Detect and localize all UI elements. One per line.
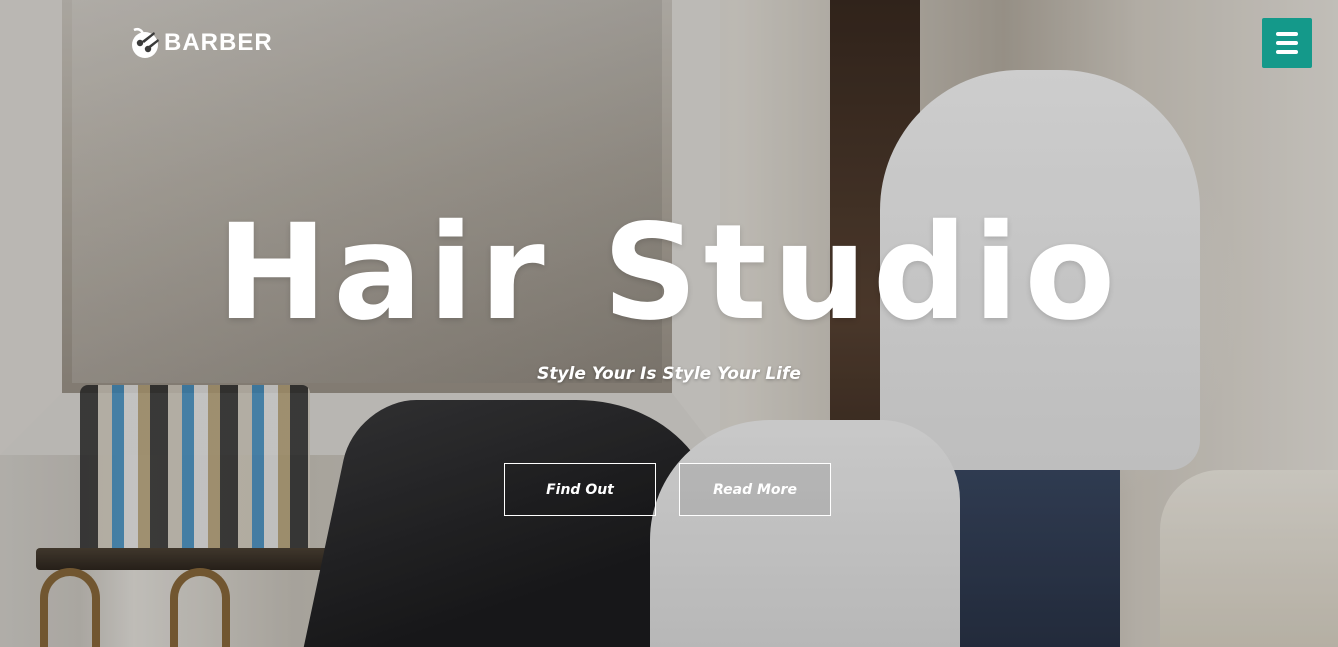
menu-line <box>1276 41 1298 45</box>
hero-subtitle: Style Your Is Style Your Life <box>537 364 801 384</box>
hero-title: Hair Studio <box>216 196 1122 350</box>
brand-logo[interactable]: BARBER <box>128 26 273 60</box>
hamburger-menu-icon[interactable] <box>1262 18 1312 68</box>
read-more-button[interactable]: Read More <box>679 463 831 516</box>
menu-line <box>1276 32 1298 36</box>
hero-section: BARBER Hair Studio Style Your Is Style Y… <box>0 0 1338 647</box>
find-out-button[interactable]: Find Out <box>504 463 656 516</box>
menu-line <box>1276 50 1298 54</box>
barber-logo-icon <box>132 27 159 58</box>
brand-name: BARBER <box>164 29 273 56</box>
